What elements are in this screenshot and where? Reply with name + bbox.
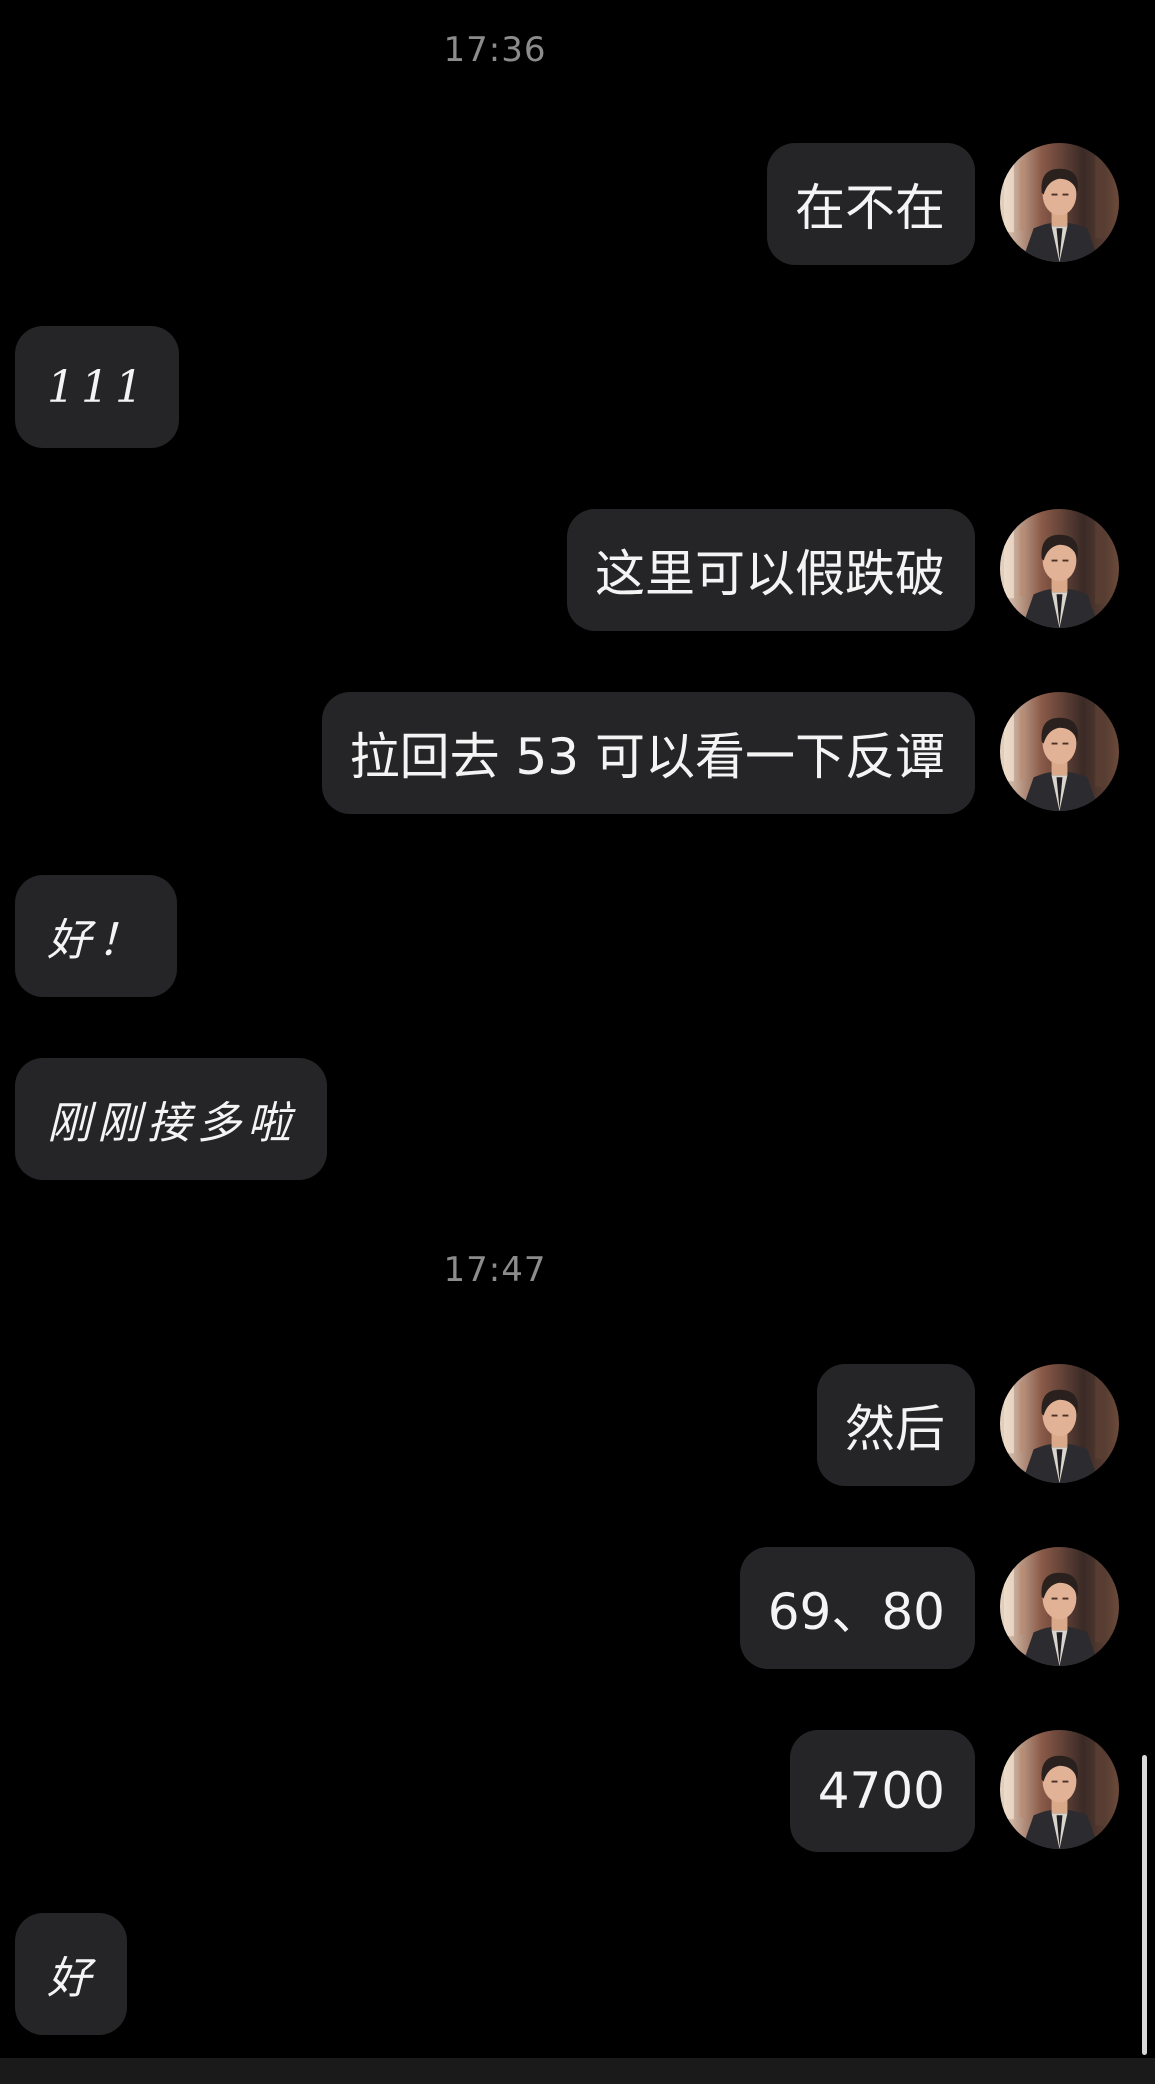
man-in-suit-portrait-icon [1000, 1364, 1119, 1483]
man-in-suit-portrait-icon [1000, 1547, 1119, 1666]
message-bubble-sent[interactable]: 这里可以假跌破 [567, 509, 975, 631]
message-text: 拉回去 53 可以看一下反谭 [349, 728, 945, 786]
timestamp: 17:47 [443, 1250, 547, 1290]
message-text: 111 [47, 361, 149, 413]
message-text: 刚刚接多啦 [47, 1098, 297, 1149]
message-bubble-received[interactable]: 好 [15, 1913, 127, 2035]
bottom-edge [0, 2058, 1155, 2084]
message-bubble-received[interactable]: 刚刚接多啦 [15, 1058, 327, 1180]
message-text: 69、80 [767, 1583, 945, 1641]
avatar[interactable] [1000, 1364, 1119, 1483]
man-in-suit-portrait-icon [1000, 1730, 1119, 1849]
message-text: 在不在 [795, 179, 945, 237]
message-text: 4700 [817, 1762, 945, 1820]
message-text: 这里可以假跌破 [595, 545, 945, 603]
message-bubble-sent[interactable]: 4700 [789, 1730, 975, 1852]
scrollbar[interactable] [1142, 1755, 1147, 2055]
avatar[interactable] [1000, 509, 1119, 628]
man-in-suit-portrait-icon [1000, 509, 1119, 628]
message-text: 然后 [845, 1400, 945, 1458]
man-in-suit-portrait-icon [1000, 692, 1119, 811]
message-bubble-sent[interactable]: 拉回去 53 可以看一下反谭 [321, 692, 975, 814]
message-bubble-sent[interactable]: 在不在 [767, 143, 975, 265]
message-bubble-received[interactable]: 111 [15, 326, 179, 448]
man-in-suit-portrait-icon [1000, 143, 1119, 262]
avatar[interactable] [1000, 143, 1119, 262]
avatar[interactable] [1000, 692, 1119, 811]
message-bubble-sent[interactable]: 然后 [817, 1364, 975, 1486]
avatar[interactable] [1000, 1730, 1119, 1849]
message-bubble-received[interactable]: 好！ [15, 875, 177, 997]
message-bubble-sent[interactable]: 69、80 [739, 1547, 975, 1669]
message-text: 好 [47, 1953, 97, 2004]
avatar[interactable] [1000, 1547, 1119, 1666]
message-text: 好！ [47, 915, 147, 966]
timestamp: 17:36 [443, 30, 547, 70]
